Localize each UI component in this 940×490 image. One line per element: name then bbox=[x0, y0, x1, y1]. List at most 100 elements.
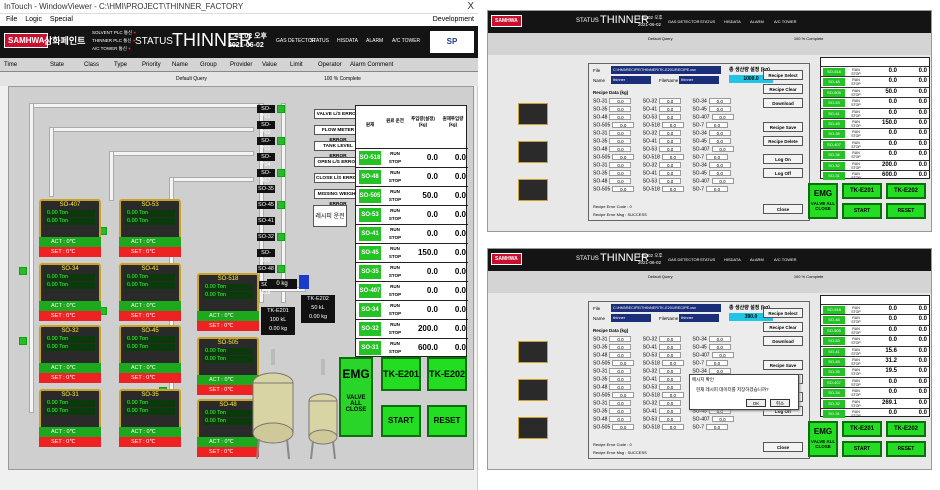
nav-hisdata[interactable]: HISDATA bbox=[724, 257, 741, 262]
mini-run-stop[interactable]: RUN STOP bbox=[847, 68, 865, 76]
valve-icon[interactable] bbox=[277, 233, 285, 241]
set-amount[interactable]: 600.0 bbox=[410, 340, 438, 356]
recipe-item-input[interactable]: 0.0 bbox=[609, 138, 632, 144]
emg-button[interactable]: EMG VALVE ALL CLOSE bbox=[339, 357, 373, 437]
recipe-item-input[interactable]: 0.0 bbox=[711, 352, 734, 358]
recipe-item-input[interactable]: 0.0 bbox=[609, 344, 632, 350]
mini-run-stop[interactable]: RUN STOP bbox=[847, 172, 865, 180]
mini-set-amount[interactable]: 0.0 bbox=[867, 141, 897, 147]
run-stop-button[interactable]: RUN STOP bbox=[384, 150, 406, 166]
recipe-item-input[interactable]: 0.0 bbox=[659, 400, 682, 406]
recipe-item-input[interactable]: 0.0 bbox=[612, 186, 635, 192]
recipe-item-input[interactable]: 0.0 bbox=[609, 384, 632, 390]
recipe-run-button[interactable]: 레시피 운전 bbox=[313, 205, 347, 227]
recipe-tank-button[interactable]: SO-53 bbox=[359, 208, 381, 222]
popup-ok-button[interactable]: OK bbox=[746, 399, 766, 407]
mini-set-amount[interactable]: 200.0 bbox=[867, 162, 897, 168]
mini-tank-button[interactable]: SO-35 bbox=[823, 368, 845, 377]
nav-hisdata[interactable]: HISDATA bbox=[337, 38, 358, 44]
file-path-field[interactable]: C:\HMI\RECIPE\THINNER\TK-E201\RECIPE.csv bbox=[611, 304, 721, 312]
recipe-action-button[interactable]: Close bbox=[763, 442, 803, 452]
run-stop-button[interactable]: RUN STOP bbox=[384, 321, 406, 337]
mini-run-stop[interactable]: RUN STOP bbox=[847, 368, 865, 376]
tk-e202-button[interactable]: TK-E202 bbox=[427, 357, 467, 391]
run-stop-button[interactable]: RUN STOP bbox=[384, 302, 406, 318]
recipe-item-input[interactable]: 0.0 bbox=[659, 384, 682, 390]
mini-set-amount[interactable]: 0.0 bbox=[867, 68, 897, 74]
emg-button[interactable]: EMG VALVE ALL CLOSE bbox=[808, 421, 838, 457]
col-limit[interactable]: Limit bbox=[290, 58, 303, 72]
recipe-action-button[interactable]: Recipe Delete bbox=[763, 136, 803, 146]
mini-run-stop[interactable]: RUN STOP bbox=[847, 141, 865, 149]
set-amount[interactable]: 0.0 bbox=[410, 207, 438, 223]
mini-tank-button[interactable]: SO-32 bbox=[823, 161, 845, 170]
run-stop-button[interactable]: RUN STOP bbox=[384, 245, 406, 261]
recipe-item-input[interactable]: 0.0 bbox=[659, 344, 682, 350]
start-button[interactable]: START bbox=[842, 441, 882, 457]
recipe-action-button[interactable]: Download bbox=[763, 336, 803, 346]
menu-file[interactable]: File bbox=[6, 16, 17, 23]
nav-ac-tower[interactable]: A/C TOWER bbox=[392, 38, 420, 44]
recipe-item-input[interactable]: 0.0 bbox=[612, 360, 635, 366]
recipe-item-input[interactable]: 0.0 bbox=[706, 424, 728, 430]
mini-run-stop[interactable]: RUN STOP bbox=[847, 337, 865, 345]
valve-icon[interactable] bbox=[277, 137, 285, 145]
nav-gas-detector[interactable]: GAS DETECTOR bbox=[668, 257, 700, 262]
nav-alarm[interactable]: ALARM bbox=[366, 38, 383, 44]
recipe-item-input[interactable]: 0.0 bbox=[706, 122, 728, 128]
recipe-item-input[interactable]: 0.0 bbox=[661, 424, 684, 430]
recipe-tank-button[interactable]: SO-31 bbox=[359, 341, 381, 355]
mini-tank-button[interactable]: SO-407 bbox=[823, 378, 845, 387]
recipe-item-input[interactable]: 0.0 bbox=[708, 106, 731, 112]
recipe-action-button[interactable]: Download bbox=[763, 98, 803, 108]
nav-gas-detector[interactable]: GAS DETECTOR bbox=[668, 19, 700, 24]
recipe-item-input[interactable]: 0.0 bbox=[706, 186, 728, 192]
recipe-item-input[interactable]: 0.0 bbox=[659, 98, 682, 104]
name-field[interactable]: thinner bbox=[611, 76, 651, 84]
recipe-item-input[interactable]: 0.0 bbox=[659, 416, 682, 422]
recipe-action-button[interactable]: Close bbox=[763, 204, 803, 214]
recipe-item-input[interactable]: 0.0 bbox=[609, 416, 632, 422]
mini-run-stop[interactable]: RUN STOP bbox=[847, 389, 865, 397]
recipe-item-input[interactable]: 0.0 bbox=[661, 360, 684, 366]
mini-tank-button[interactable]: SO-518 bbox=[823, 68, 845, 76]
mini-tank-button[interactable]: SO-31 bbox=[823, 410, 845, 418]
mini-set-amount[interactable]: 269.1 bbox=[867, 400, 897, 406]
mini-run-stop[interactable]: RUN STOP bbox=[847, 400, 865, 408]
recipe-item-input[interactable]: 0.0 bbox=[659, 138, 682, 144]
set-amount[interactable]: 0.0 bbox=[410, 283, 438, 299]
mini-run-stop[interactable]: RUN STOP bbox=[847, 306, 865, 314]
tk-e202-button[interactable]: TK-E202 bbox=[886, 421, 926, 437]
recipe-item-input[interactable]: 0.0 bbox=[609, 98, 632, 104]
recipe-item-input[interactable]: 0.0 bbox=[609, 146, 632, 152]
mini-tank-button[interactable]: SO-505 bbox=[823, 326, 845, 335]
col-group[interactable]: Group bbox=[200, 58, 217, 72]
recipe-action-button[interactable]: Recipe Clear bbox=[763, 322, 803, 332]
emg-button[interactable]: EMG VALVE ALL CLOSE bbox=[808, 183, 838, 219]
recipe-item-input[interactable]: 0.0 bbox=[659, 336, 682, 342]
mini-set-amount[interactable]: 15.6 bbox=[867, 348, 897, 354]
recipe-item-input[interactable]: 0.0 bbox=[708, 336, 731, 342]
mini-run-stop[interactable]: RUN STOP bbox=[847, 379, 865, 387]
recipe-tank-button[interactable]: SO-518 bbox=[359, 151, 381, 165]
mini-run-stop[interactable]: RUN STOP bbox=[847, 89, 865, 97]
recipe-item-input[interactable]: 0.0 bbox=[708, 162, 731, 168]
mini-set-amount[interactable]: 0.0 bbox=[867, 389, 897, 395]
mini-set-amount[interactable]: 0.0 bbox=[867, 379, 897, 385]
recipe-item-input[interactable]: 0.0 bbox=[706, 360, 728, 366]
valve-icon[interactable] bbox=[19, 337, 27, 345]
set-amount[interactable]: 0.0 bbox=[410, 264, 438, 280]
recipe-item-input[interactable]: 0.0 bbox=[659, 170, 682, 176]
recipe-item-input[interactable]: 0.0 bbox=[609, 408, 632, 414]
recipe-item-input[interactable]: 0.0 bbox=[659, 162, 682, 168]
mini-tank-button[interactable]: SO-518 bbox=[823, 306, 845, 314]
recipe-item-input[interactable]: 0.0 bbox=[609, 336, 632, 342]
recipe-tank-button[interactable]: SO-34 bbox=[359, 303, 381, 317]
mini-set-amount[interactable]: 150.0 bbox=[867, 120, 897, 126]
recipe-item-input[interactable]: 0.0 bbox=[711, 178, 734, 184]
mini-set-amount[interactable]: 0.0 bbox=[867, 78, 897, 84]
mini-run-stop[interactable]: RUN STOP bbox=[847, 410, 865, 418]
mini-tank-button[interactable]: SO-407 bbox=[823, 140, 845, 149]
mini-run-stop[interactable]: RUN STOP bbox=[847, 316, 865, 324]
col-state[interactable]: State bbox=[50, 58, 64, 72]
